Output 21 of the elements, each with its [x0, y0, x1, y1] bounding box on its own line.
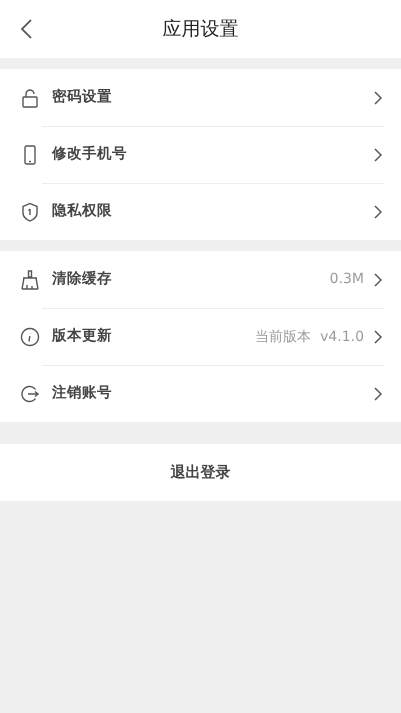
- logout-button[interactable]: 退出登录: [0, 444, 401, 501]
- chevron-icon: [372, 272, 384, 286]
- shield-icon: [20, 202, 40, 222]
- settings-item[interactable]: 注销账号: [52, 383, 112, 405]
- settings-item[interactable]: 修改手机号: [52, 144, 127, 166]
- unlock-icon: [20, 88, 40, 108]
- info-icon: [20, 327, 40, 347]
- broom-icon: [20, 270, 40, 290]
- item-value: 当前版本 v4.1.0: [255, 328, 364, 346]
- chevron-icon: [372, 387, 384, 401]
- page-title: 应用设置: [162, 16, 238, 42]
- chevron-icon: [372, 205, 384, 219]
- chevron-icon: [372, 148, 384, 162]
- chevron-icon: [372, 90, 384, 104]
- item-value: 0.3M: [330, 270, 364, 289]
- settings-item[interactable]: 清除缓存: [52, 268, 112, 290]
- settings-item[interactable]: 版本更新: [52, 326, 112, 348]
- settings-item[interactable]: 密码设置: [52, 86, 112, 108]
- logout-icon: [20, 384, 40, 404]
- settings-item[interactable]: 隐私权限: [52, 201, 112, 223]
- chevron-icon: [372, 330, 384, 344]
